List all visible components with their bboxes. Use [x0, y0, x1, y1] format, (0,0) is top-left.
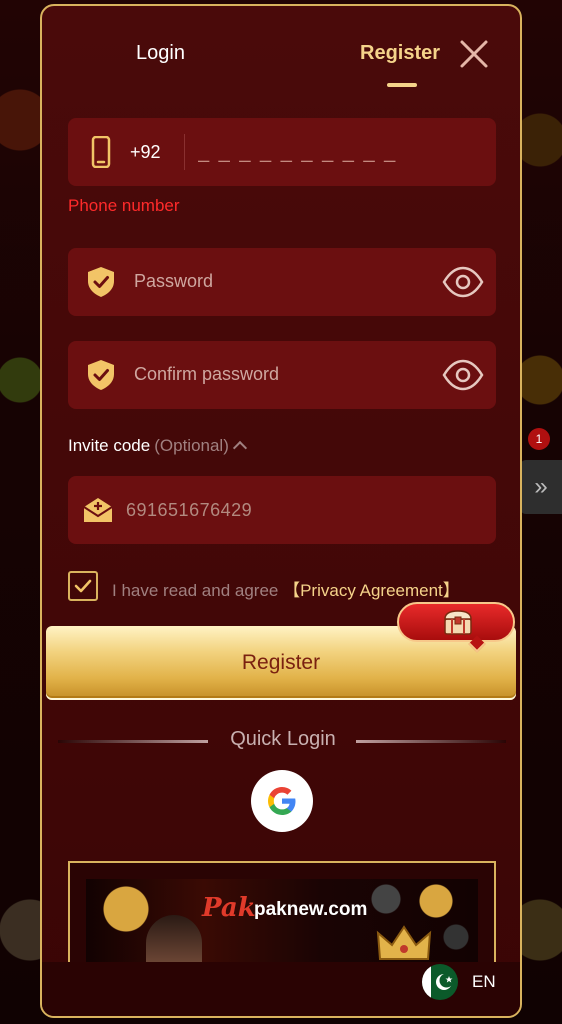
banner-brand-logo: Pak	[202, 893, 256, 923]
password-field[interactable]: Password	[68, 248, 496, 316]
shield-check-icon	[88, 360, 114, 390]
invite-code-label: Invite code	[68, 436, 151, 455]
country-code[interactable]: +92	[130, 142, 161, 163]
banner-domain-text: paknew.com	[254, 899, 368, 920]
phone-input[interactable]	[198, 134, 478, 170]
tab-active-indicator	[387, 83, 417, 87]
pakistan-flag-icon[interactable]	[422, 964, 458, 1000]
phone-divider	[184, 134, 185, 170]
background-side-arrow-icon: »	[520, 460, 562, 514]
crown-icon	[376, 925, 432, 960]
checkmark-icon	[74, 579, 92, 593]
divider-line-right	[356, 740, 506, 743]
close-button[interactable]	[454, 34, 494, 74]
tab-register[interactable]: Register	[360, 42, 440, 65]
agreement-checkbox[interactable]	[68, 571, 98, 601]
invite-envelope-icon	[83, 498, 113, 522]
banner-model-figure	[146, 915, 202, 963]
invite-code-field[interactable]: 691651676429	[68, 476, 496, 544]
invite-code-value: 691651676429	[126, 500, 253, 520]
tab-login[interactable]: Login	[136, 42, 185, 65]
show-confirm-password-eye-icon[interactable]	[442, 358, 484, 392]
privacy-agreement-link[interactable]: 【Privacy Agreement】	[283, 581, 460, 600]
phone-icon	[91, 136, 111, 168]
chevron-up-icon	[232, 440, 247, 456]
google-login-button[interactable]	[251, 770, 313, 832]
gift-chest-bubble[interactable]	[397, 602, 515, 653]
agreement-text: I have read and agree 【Privacy Agreement…	[112, 576, 460, 601]
phone-error-text: Phone number	[68, 196, 180, 215]
show-password-eye-icon[interactable]	[442, 265, 484, 299]
invite-code-toggle[interactable]: Invite code (Optional)	[68, 436, 247, 456]
google-icon	[268, 787, 296, 815]
agreement-label: I have read and agree	[112, 581, 279, 600]
treasure-chest-icon	[444, 610, 472, 635]
background-notification-badge: 1	[528, 428, 550, 450]
confirm-password-placeholder: Confirm password	[134, 364, 280, 384]
confirm-password-field[interactable]: Confirm password	[68, 341, 496, 409]
shield-check-icon	[88, 267, 114, 297]
language-selector[interactable]: EN	[472, 972, 496, 992]
close-icon	[460, 40, 488, 68]
promo-banner-image: Pak paknew.com	[86, 879, 478, 963]
invite-optional-label: (Optional)	[154, 436, 229, 455]
quick-login-section: Quick Login	[42, 726, 520, 756]
register-modal: Login Register +92 Phone number Password	[40, 4, 522, 1018]
phone-field: +92	[68, 118, 496, 186]
password-placeholder: Password	[134, 271, 214, 291]
language-bar: EN	[42, 962, 520, 1016]
